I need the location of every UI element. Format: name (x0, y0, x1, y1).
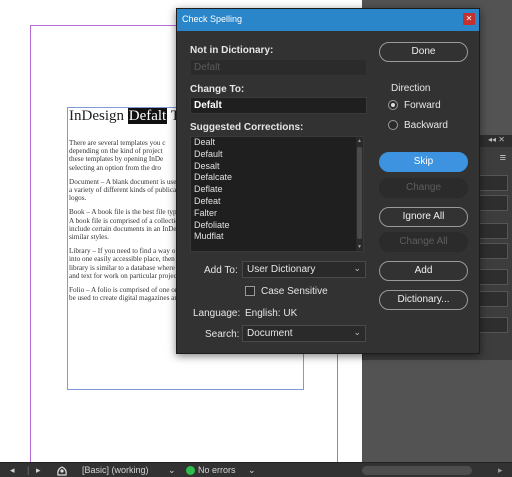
body-line: A book file is comprised of a collectio (69, 216, 179, 225)
language-value: English: UK (245, 308, 298, 319)
suggested-corrections-label: Suggested Corrections: (190, 122, 304, 133)
dialog-titlebar[interactable]: Check Spelling ✕ (177, 9, 479, 31)
scroll-down-icon[interactable]: ▼ (356, 244, 363, 250)
backward-radio[interactable] (388, 120, 398, 130)
case-sensitive-label[interactable]: Case Sensitive (261, 286, 328, 297)
preflight-profile-icon[interactable] (56, 465, 68, 476)
body-line: depending on the kind of project (69, 147, 163, 156)
suggestion-item[interactable]: Defalcate (191, 172, 363, 184)
panel-menu-icon[interactable]: ≡ (500, 152, 506, 164)
add-to-label: Add To: (204, 265, 238, 276)
body-line: logos. (69, 194, 87, 203)
suggestion-item[interactable]: Deflate (191, 184, 363, 196)
add-button[interactable]: Add (379, 261, 468, 281)
panel-field[interactable] (478, 223, 508, 239)
change-button[interactable]: Change (379, 178, 468, 198)
panel-field[interactable] (478, 291, 508, 307)
search-label: Search: (205, 329, 240, 340)
body-line: Library – If you need to find a way of (69, 247, 178, 256)
change-to-label: Change To: (190, 84, 245, 95)
close-icon[interactable]: ✕ (463, 13, 475, 25)
status-ok-indicator (186, 466, 195, 475)
chevron-down-icon: ⌄ (353, 263, 361, 273)
check-spelling-dialog[interactable]: Check Spelling ✕ Not in Dictionary: Defa… (176, 8, 480, 354)
body-line: Document – A blank document is use (69, 177, 177, 186)
not-in-dictionary-field: Defalt (190, 59, 367, 76)
scrollbar-thumb[interactable] (357, 147, 362, 239)
forward-label[interactable]: Forward (404, 100, 441, 111)
body-line: include certain documents in an InDe (69, 224, 177, 233)
direction-label: Direction (391, 83, 431, 94)
suggestion-item[interactable]: Defeat (191, 196, 363, 208)
chevron-down-icon[interactable]: ⌄ (168, 465, 176, 476)
scroll-up-icon[interactable]: ▲ (356, 138, 363, 144)
chevron-down-icon[interactable]: ⌄ (248, 465, 256, 476)
body-line: Book – A book file is the best file type (69, 208, 180, 217)
dialog-title: Check Spelling (182, 14, 243, 24)
panel-field[interactable] (478, 175, 508, 191)
backward-label[interactable]: Backward (404, 120, 448, 131)
body-line: There are several templates you c (69, 139, 166, 147)
body-line: into one easily accessible place, then y (69, 255, 181, 264)
add-to-dropdown[interactable]: User Dictionary ⌄ (242, 261, 366, 278)
suggestion-item[interactable]: Falter (191, 208, 363, 220)
panel-field[interactable] (478, 269, 508, 285)
panel-field[interactable] (478, 317, 508, 333)
suggestion-item[interactable]: Desalt (191, 161, 363, 173)
body-line: a variety of different kinds of publicat… (69, 186, 181, 195)
suggestion-item[interactable]: Default (191, 149, 363, 161)
done-button[interactable]: Done (379, 42, 468, 62)
search-scope-value: Document (247, 328, 293, 339)
panel-field[interactable] (478, 195, 508, 211)
misspelled-word-highlight: Defalt (127, 108, 168, 124)
preflight-profile-label[interactable]: [Basic] (working) (82, 465, 149, 476)
body-line: be used to create digital magazines an (69, 294, 178, 303)
language-label: Language: (193, 308, 241, 319)
document-body: There are several templates you c depend… (69, 139, 181, 302)
collapse-arrows-icon[interactable]: ◂◂ ✕ (488, 135, 505, 144)
body-line: these templates by opening InDe (69, 155, 164, 164)
case-sensitive-checkbox[interactable] (245, 286, 255, 296)
heading-prefix: InDesign (69, 108, 128, 124)
forward-radio[interactable] (388, 100, 398, 110)
body-line: selecting an option from the dro (69, 163, 162, 172)
change-to-input[interactable]: Defalt (190, 97, 367, 114)
search-scope-dropdown[interactable]: Document ⌄ (242, 325, 366, 342)
suggestion-item[interactable]: Mudflat (191, 231, 363, 243)
suggestions-scrollbar[interactable]: ▲ ▼ (356, 137, 363, 251)
body-line: library is similar to a database where (69, 263, 175, 272)
not-in-dictionary-label: Not in Dictionary: (190, 45, 274, 56)
add-to-value: User Dictionary (247, 264, 316, 275)
preflight-errors-label[interactable]: No errors (198, 465, 236, 476)
scroll-right-icon[interactable]: ▸ (498, 465, 503, 476)
status-bar: ◂ | ▸ [Basic] (working) ⌄ No errors ⌄ ▸ (0, 462, 512, 477)
suggestion-item[interactable]: Defoliate (191, 220, 363, 232)
skip-button[interactable]: Skip (379, 152, 468, 172)
change-all-button[interactable]: Change All (379, 232, 468, 252)
dictionary-button[interactable]: Dictionary... (379, 290, 468, 310)
panel-field[interactable] (478, 243, 508, 259)
separator: | (27, 465, 30, 475)
horizontal-scrollbar[interactable] (362, 466, 472, 475)
suggested-corrections-list[interactable]: Dealt Default Desalt Defalcate Deflate D… (190, 136, 364, 252)
body-line: and text for work on particular projec (69, 271, 177, 280)
suggestion-item[interactable]: Dealt (191, 137, 363, 149)
body-line: Folio – A folio is comprised of one or (69, 286, 178, 295)
chevron-down-icon: ⌄ (353, 327, 361, 337)
ignore-all-button[interactable]: Ignore All (379, 207, 468, 227)
body-line: similar styles. (69, 233, 109, 242)
previous-page-icon[interactable]: ◂ (10, 465, 15, 476)
next-page-icon[interactable]: ▸ (36, 465, 41, 476)
